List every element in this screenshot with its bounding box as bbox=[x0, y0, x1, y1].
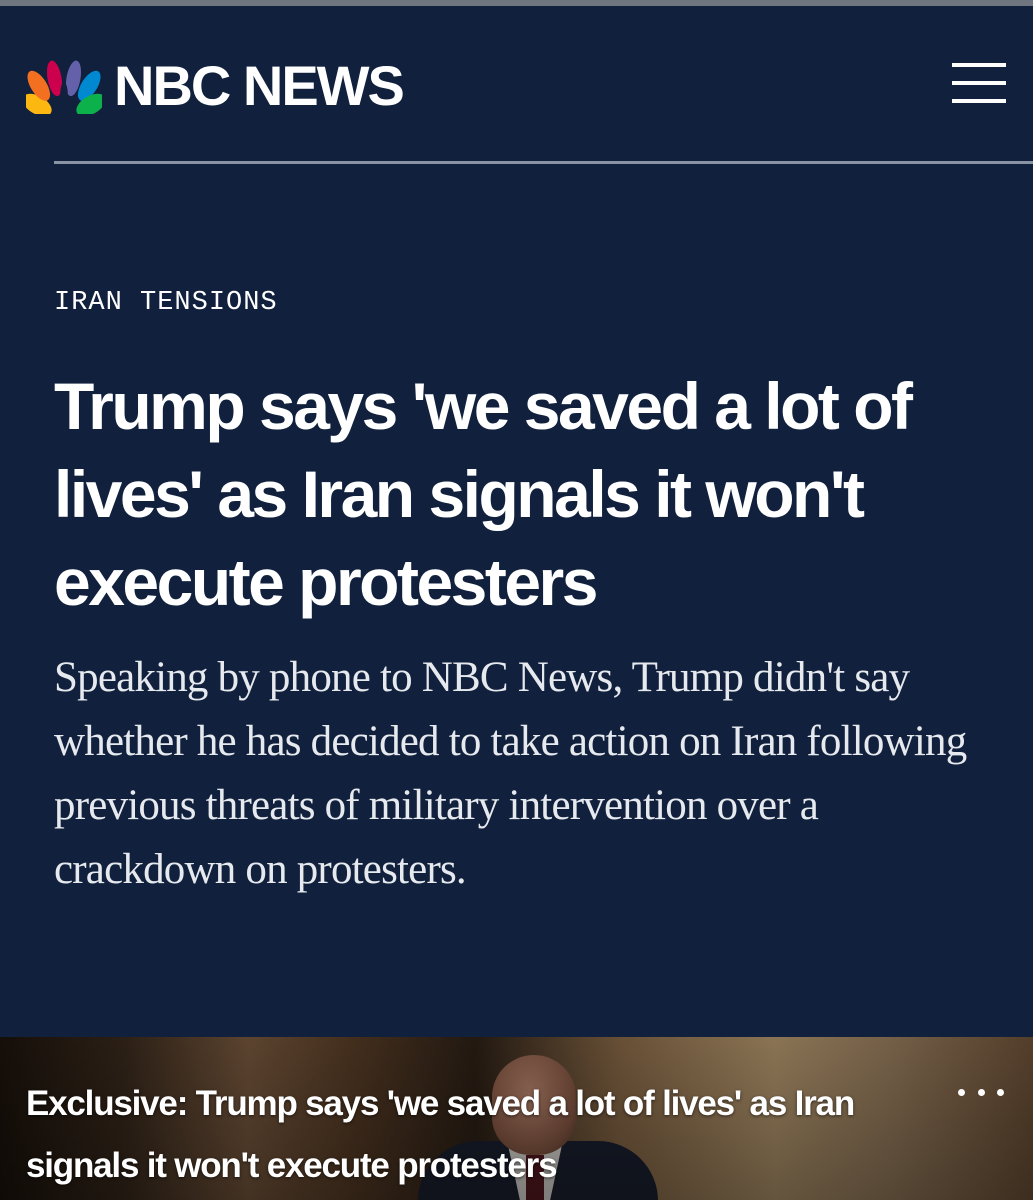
nbc-peacock-icon bbox=[26, 60, 102, 114]
video-title[interactable]: Exclusive: Trump says 'we saved a lot of… bbox=[26, 1073, 906, 1197]
brand-name: NBC NEWS bbox=[114, 54, 405, 117]
article-headline: Trump says 'we saved a lot of lives' as … bbox=[54, 369, 913, 619]
video-player[interactable]: Exclusive: Trump says 'we saved a lot of… bbox=[0, 1037, 1033, 1200]
more-options-icon-dot bbox=[977, 1088, 985, 1096]
hamburger-menu-icon-bar bbox=[952, 81, 1006, 85]
more-options-icon-dot bbox=[997, 1088, 1004, 1096]
more-options-icon bbox=[958, 1088, 965, 1096]
hamburger-menu-icon bbox=[952, 63, 1006, 67]
site-header: NBC NEWS bbox=[0, 6, 1033, 164]
more-options-button[interactable] bbox=[958, 1081, 1004, 1103]
hamburger-menu-icon-bar bbox=[952, 99, 1006, 103]
article-dek: Speaking by phone to NBC News, Trump did… bbox=[54, 654, 967, 893]
header-divider bbox=[54, 161, 1033, 164]
menu-button[interactable] bbox=[952, 60, 1008, 110]
article-kicker-link[interactable]: IRAN TENSIONS bbox=[54, 288, 278, 318]
nbc-news-logo[interactable]: NBC NEWS bbox=[26, 54, 405, 117]
